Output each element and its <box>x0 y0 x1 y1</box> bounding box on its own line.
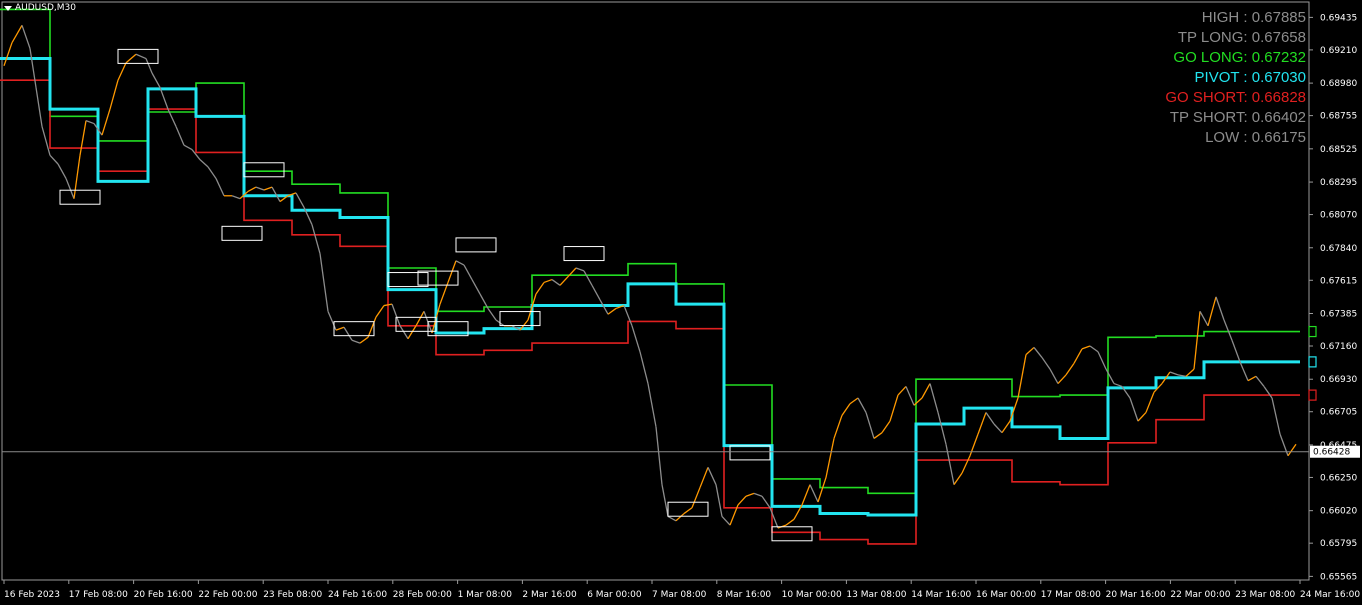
high-label: HIGH : 0.67885 <box>1201 9 1306 26</box>
tp-short-label: TP SHORT: 0.66402 <box>1169 109 1306 126</box>
time-tick-label: 2 Mar 16:00 <box>522 590 577 600</box>
go-short-label: GO SHORT: 0.66828 <box>1165 89 1306 106</box>
current-price-tag: 0.66428 <box>1310 445 1360 458</box>
price-tick-label: 0.68755 <box>1320 112 1357 122</box>
time-tick-label: 24 Mar 16:00 <box>1300 590 1360 600</box>
time-tick-label: 22 Mar 00:00 <box>1170 590 1230 600</box>
time-tick-label: 17 Mar 08:00 <box>1041 590 1101 600</box>
price-tick-label: 0.67840 <box>1320 244 1357 254</box>
time-tick-label: 23 Feb 08:00 <box>263 590 322 600</box>
time-tick-label: 20 Feb 16:00 <box>134 590 193 600</box>
time-tick-label: 1 Mar 08:00 <box>458 590 513 600</box>
price-tick-label: 0.66020 <box>1320 507 1357 517</box>
time-tick-label: 10 Mar 00:00 <box>782 590 842 600</box>
time-tick-label: 8 Mar 16:00 <box>717 590 772 600</box>
time-tick-label: 20 Mar 16:00 <box>1106 590 1166 600</box>
price-tick-label: 0.66250 <box>1320 473 1357 483</box>
price-tick-label: 0.68070 <box>1320 211 1357 221</box>
symbol-text: AUDUSD,M30 <box>15 3 76 13</box>
price-tick-label: 0.67385 <box>1320 310 1357 320</box>
low-label: LOW : 0.66175 <box>1205 129 1306 146</box>
price-tick-label: 0.69435 <box>1320 13 1357 23</box>
pivot-label: PIVOT : 0.67030 <box>1194 69 1306 86</box>
go-long-label: GO LONG: 0.67232 <box>1173 49 1306 66</box>
tp-long-label: TP LONG: 0.67658 <box>1177 29 1306 46</box>
price-tick-label: 0.67615 <box>1320 276 1357 286</box>
price-tick-label: 0.67160 <box>1320 342 1357 352</box>
price-tick-label: 0.68525 <box>1320 145 1357 155</box>
price-chart[interactable]: 0.69435 0.69210 0.68980 0.68755 0.68525 0.682… <box>0 0 1362 605</box>
time-tick-label: 14 Mar 16:00 <box>911 590 971 600</box>
time-tick-label: 7 Mar 08:00 <box>652 590 707 600</box>
time-tick-label: 16 Mar 00:00 <box>976 590 1036 600</box>
price-tick-label: 0.65795 <box>1320 539 1357 549</box>
time-tick-label: 28 Feb 00:00 <box>393 590 452 600</box>
price-tick-label: 0.68295 <box>1320 178 1357 188</box>
time-tick-label: 16 Feb 2023 <box>4 590 60 600</box>
time-tick-label: 22 Feb 00:00 <box>198 590 257 600</box>
time-tick-label: 6 Mar 00:00 <box>587 590 642 600</box>
price-tick-label: 0.69210 <box>1320 46 1357 56</box>
price-tick-label: 0.68980 <box>1320 79 1357 89</box>
price-tick-label: 0.66705 <box>1320 408 1357 418</box>
symbol-label[interactable]: AUDUSD,M30 <box>4 3 76 13</box>
dropdown-triangle-icon <box>4 5 12 11</box>
price-tick-label: 0.65565 <box>1320 572 1357 582</box>
price-tick-label: 0.66930 <box>1320 375 1357 385</box>
time-tick-label: 23 Mar 08:00 <box>1235 590 1295 600</box>
time-tick-label: 24 Feb 16:00 <box>328 590 387 600</box>
time-tick-label: 13 Mar 08:00 <box>846 590 906 600</box>
current-price-label: 0.66428 <box>1313 448 1350 458</box>
pivot-info-panel: HIGH : 0.67885 TP LONG: 0.67658 GO LONG:… <box>1165 8 1306 148</box>
time-tick-label: 17 Feb 08:00 <box>69 590 128 600</box>
